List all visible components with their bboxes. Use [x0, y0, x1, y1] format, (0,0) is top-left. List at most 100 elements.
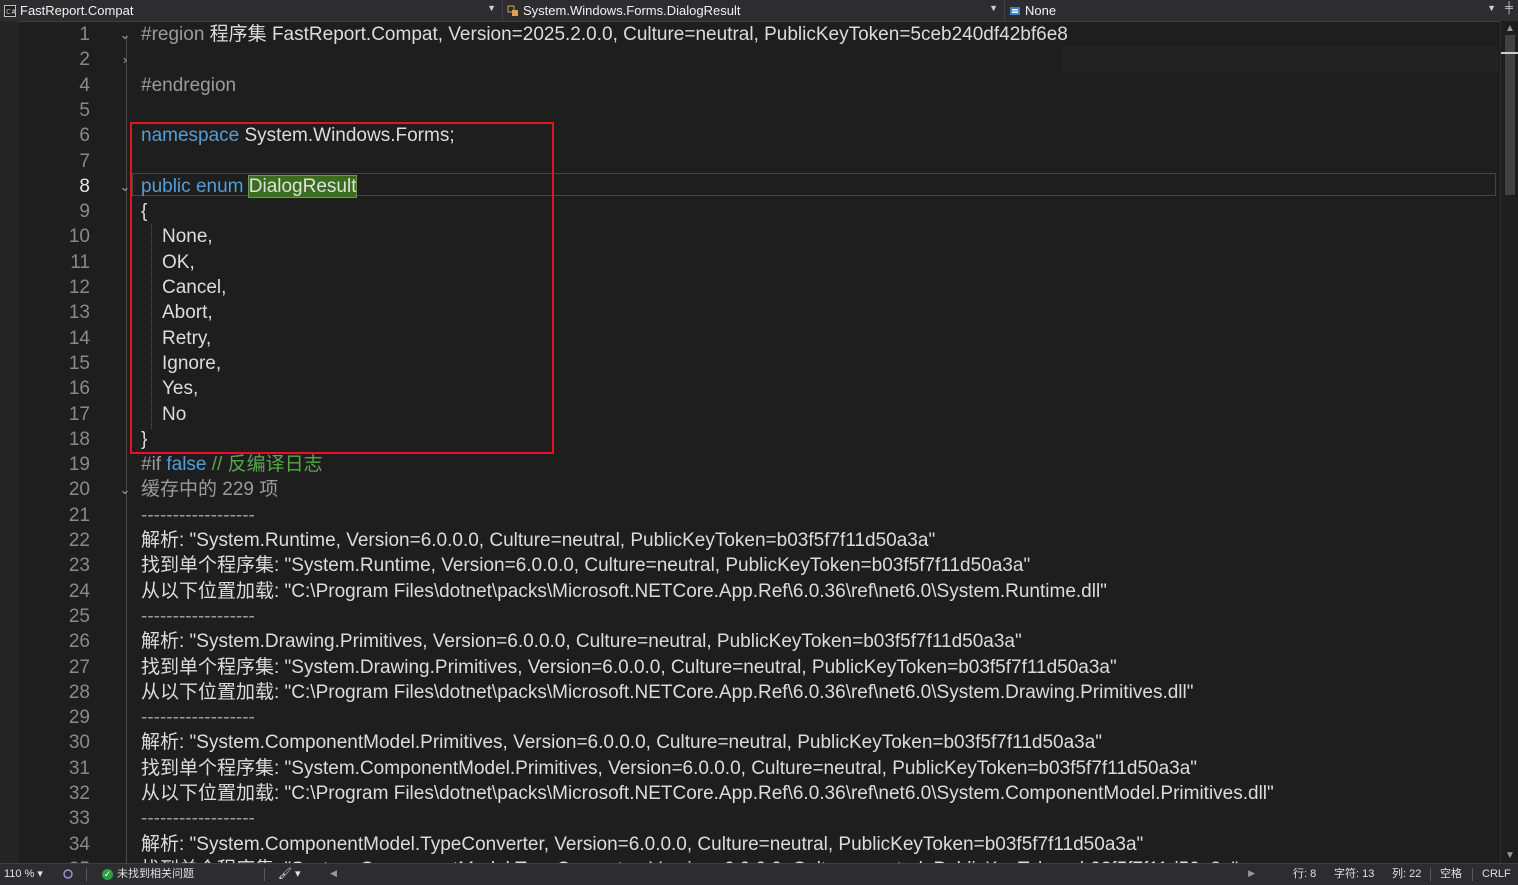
- code-token: 解析: "System.ComponentModel.TypeConverter…: [141, 833, 1144, 855]
- issues-indicator[interactable]: ✓ 未找到相关问题: [102, 864, 194, 885]
- line-number: 25: [68, 605, 90, 627]
- code-line[interactable]: 22 解析: "System.Runtime, Version=6.0.0.0, …: [0, 528, 1500, 553]
- code-token: 解析: "System.ComponentModel.Primitives, V…: [141, 732, 1103, 754]
- code-line[interactable]: 29 ------------------: [0, 705, 1500, 730]
- code-line[interactable]: 25 ------------------: [0, 604, 1500, 629]
- line-number: 23: [68, 555, 90, 577]
- code-token: ------------------: [141, 808, 255, 830]
- line-number: 19: [68, 454, 90, 476]
- line-number: 13: [68, 302, 90, 324]
- code-token: 缓存中的 229 项: [141, 479, 279, 501]
- status-separator: [264, 868, 265, 881]
- line-number: 5: [79, 99, 90, 121]
- code-text: 从以下位置加载: "C:\Program Files\dotnet\packs\…: [141, 781, 1274, 806]
- copilot-icon[interactable]: [62, 864, 74, 885]
- code-line[interactable]: 23 找到单个程序集: "System.Runtime, Version=6.0.…: [0, 553, 1500, 578]
- line-number: 18: [68, 428, 90, 450]
- code-line[interactable]: 32 从以下位置加载: "C:\Program Files\dotnet\pack…: [0, 781, 1500, 806]
- line-number: 31: [68, 757, 90, 779]
- vertical-scrollbar[interactable]: ▲ ▼: [1500, 21, 1518, 863]
- code-line[interactable]: 34 解析: "System.ComponentModel.TypeConvert…: [0, 832, 1500, 857]
- code-token: 找到单个程序集: "System.Runtime, Version=6.0.0.…: [141, 555, 1031, 577]
- member-dropdown[interactable]: None ▼: [1004, 0, 1500, 21]
- scroll-down-icon[interactable]: ▼: [1501, 850, 1518, 861]
- line-number: 17: [68, 403, 90, 425]
- code-text: 找到单个程序集: "System.Runtime, Version=6.0.0.…: [141, 553, 1030, 578]
- member-dropdown-label: None: [1025, 3, 1057, 18]
- line-number: 7: [79, 150, 90, 172]
- line-indicator[interactable]: 行: 8: [1293, 864, 1316, 885]
- check-circle-icon: ✓: [102, 868, 113, 880]
- line-number: 26: [68, 631, 90, 653]
- zoom-level[interactable]: 110 % ▾: [4, 864, 43, 885]
- whitespace-indicator[interactable]: 空格: [1440, 864, 1462, 885]
- code-text: #region 程序集 FastReport.Compat, Version=2…: [141, 22, 1068, 47]
- code-token: // 反编译日志: [206, 454, 323, 476]
- line-ending-indicator[interactable]: CRLF: [1482, 864, 1511, 885]
- type-dropdown[interactable]: System.Windows.Forms.DialogResult ▼: [502, 0, 1002, 21]
- expand-region-icon[interactable]: ›: [118, 47, 132, 72]
- code-text: ------------------: [141, 503, 255, 528]
- zoom-level-label: 110 %: [4, 868, 35, 880]
- code-text: ------------------: [141, 604, 255, 629]
- code-token: 找到单个程序集: "System.ComponentModel.Primitiv…: [141, 757, 1198, 779]
- scroll-left-icon[interactable]: ◀: [330, 868, 337, 879]
- line-number: 32: [68, 783, 90, 804]
- code-line[interactable]: 20 ⌄ 缓存中的 229 项: [0, 477, 1500, 502]
- line-number: 10: [68, 226, 90, 248]
- code-line[interactable]: 33 ------------------: [0, 806, 1500, 831]
- scrollbar-thumb[interactable]: [1505, 35, 1515, 195]
- code-line[interactable]: 28 从以下位置加载: "C:\Program Files\dotnet\pack…: [0, 680, 1500, 705]
- code-line[interactable]: 31 找到单个程序集: "System.ComponentModel.Primit…: [0, 756, 1500, 781]
- line-number: 21: [68, 504, 90, 526]
- code-line[interactable]: 30 解析: "System.ComponentModel.Primitives,…: [0, 730, 1500, 755]
- collapse-region-icon[interactable]: ⌄: [118, 477, 132, 502]
- line-number: 27: [68, 656, 90, 678]
- char-indicator[interactable]: 字符: 13: [1334, 864, 1374, 885]
- code-token: #region: [141, 24, 210, 45]
- line-number: 8: [79, 175, 90, 197]
- line-number: 14: [68, 327, 90, 349]
- line-number: 4: [79, 74, 90, 96]
- issues-label: 未找到相关问题: [117, 868, 194, 880]
- code-text: 找到单个程序集: "System.ComponentModel.Primitiv…: [141, 756, 1197, 781]
- status-separator: [86, 868, 87, 881]
- line-number: 24: [68, 580, 90, 602]
- code-token: #endregion: [141, 74, 237, 96]
- annotation-rectangle: [130, 122, 554, 454]
- code-line[interactable]: 4 #endregion: [0, 73, 1500, 98]
- collapse-region-icon[interactable]: ⌄: [118, 22, 132, 47]
- horizontal-scrollbar[interactable]: ◀ ▶: [330, 868, 1255, 880]
- code-token: 从以下位置加载: "C:\Program Files\dotnet\packs\…: [141, 580, 1107, 602]
- split-window-icon[interactable]: ╪: [1502, 2, 1516, 18]
- status-separator: [1472, 868, 1473, 881]
- scroll-right-icon[interactable]: ▶: [1248, 868, 1255, 879]
- line-number: 6: [79, 125, 90, 147]
- column-indicator[interactable]: 列: 22: [1392, 864, 1421, 885]
- code-line[interactable]: 27 找到单个程序集: "System.Drawing.Primitives, V…: [0, 655, 1500, 680]
- status-separator: [1430, 868, 1431, 881]
- code-token: ------------------: [141, 707, 255, 729]
- code-editor[interactable]: 1 ⌄ #region 程序集 FastReport.Compat, Version…: [0, 21, 1500, 863]
- type-dropdown-label: System.Windows.Forms.DialogResult: [523, 3, 741, 18]
- keyword-token: false: [166, 454, 207, 476]
- code-token: #if: [141, 454, 167, 476]
- code-line[interactable]: 26 解析: "System.Drawing.Primitives, Versio…: [0, 629, 1500, 654]
- code-line[interactable]: 19 #if false // 反编译日志: [0, 452, 1500, 477]
- project-dropdown[interactable]: C# FastReport.Compat ▼: [0, 0, 500, 21]
- csharp-project-icon: C#: [4, 4, 17, 17]
- code-text: 找到单个程序集: "System.Drawing.Primitives, Ver…: [141, 655, 1117, 680]
- code-line[interactable]: 1 ⌄ #region 程序集 FastReport.Compat, Version…: [0, 22, 1500, 47]
- code-token: 解析: "System.Runtime, Version=6.0.0.0, Cu…: [141, 530, 936, 551]
- code-token: 找到单个程序集: "System.Drawing.Primitives, Ver…: [141, 656, 1117, 678]
- scroll-up-icon[interactable]: ▲: [1501, 23, 1518, 34]
- code-cleanup-icon[interactable]: 🖌 ▾: [278, 864, 301, 885]
- code-line[interactable]: 24 从以下位置加载: "C:\Program Files\dotnet\pack…: [0, 579, 1500, 604]
- line-number: 34: [68, 833, 90, 855]
- code-line[interactable]: 21 ------------------: [0, 503, 1500, 528]
- code-line[interactable]: 5: [0, 98, 1500, 123]
- enum-member-icon: [1009, 5, 1021, 17]
- code-text: ------------------: [141, 806, 255, 831]
- chevron-down-icon: ▼: [989, 3, 998, 13]
- code-line[interactable]: 2 ›: [0, 47, 1500, 72]
